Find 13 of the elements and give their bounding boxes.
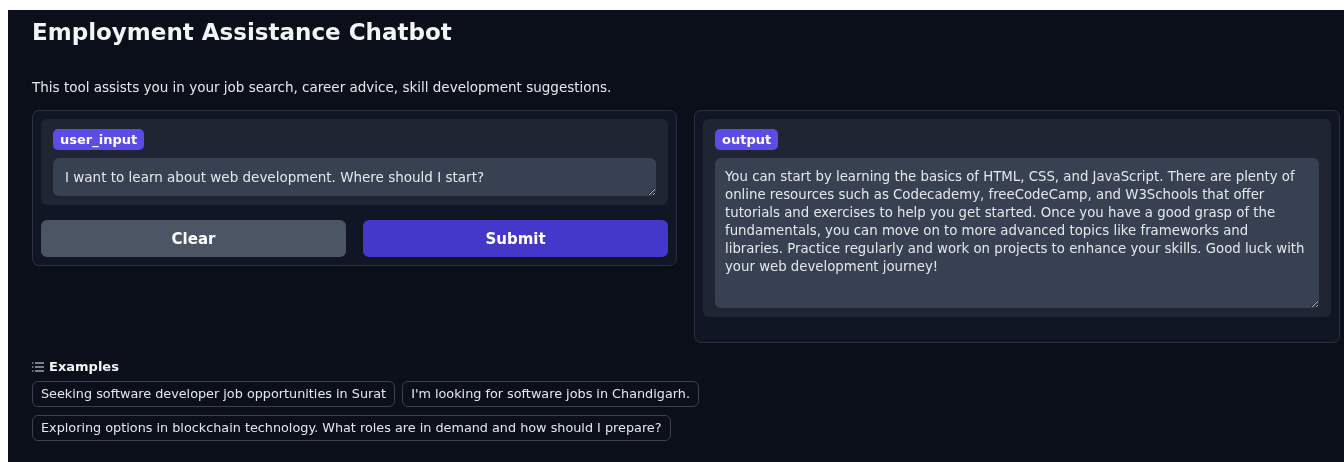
page-title: Employment Assistance Chatbot [32, 18, 453, 47]
submit-button[interactable]: Submit [363, 220, 668, 257]
list-icon [32, 361, 44, 372]
output-field[interactable]: You can start by learning the basics of HTML, CSS, and JavaScript. There are plenty of online resources such as Codecademy, freeCodeCamp, and W3Schools that offer tutorials and exercises to help you get started. Once you have a good grasp of the fundamentals, you can move on to more advanced topics like frameworks and libraries. Practice regularly and work on projects to enhance your skills. Good luck with your web development journey! [715, 158, 1319, 308]
field-label: output [715, 129, 779, 150]
description-text: This tool assists you in your job search, career advice, skill development suggestions. [32, 78, 613, 96]
clear-button[interactable]: Clear [41, 220, 346, 257]
examples-heading: Examples [49, 359, 119, 374]
example-chip[interactable]: Exploring options in blockchain technology. What roles are in demand and how should I prepare? [32, 415, 671, 441]
example-chip[interactable]: Seeking software developer job opportunities in Surat [32, 381, 396, 407]
example-chip[interactable]: I'm looking for software jobs in Chandigarh. [402, 381, 699, 407]
input-field[interactable]: I want to learn about web development. Where should I start? [53, 158, 656, 196]
field-label: user_input [53, 129, 145, 150]
